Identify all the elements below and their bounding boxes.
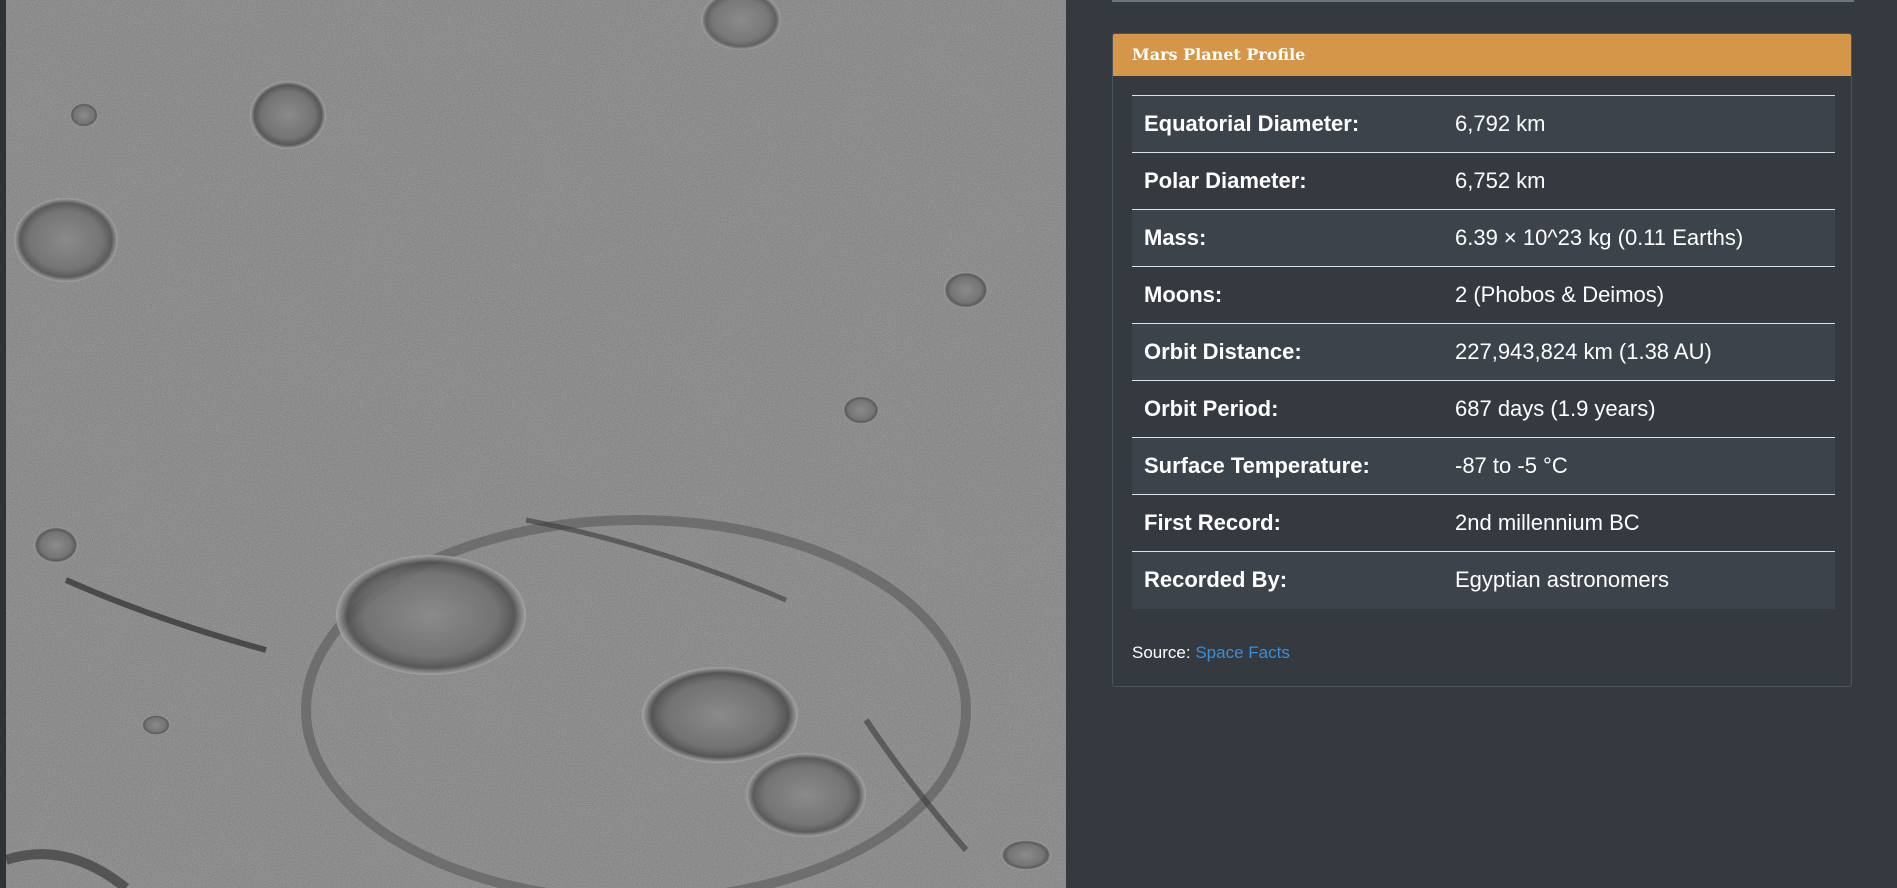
row-label: Moons: bbox=[1132, 266, 1443, 324]
row-label: Surface Temperature: bbox=[1132, 437, 1443, 495]
row-value: 2nd millennium BC bbox=[1443, 494, 1835, 552]
source-line: Source: Space Facts bbox=[1132, 643, 1832, 663]
table-row: Equatorial Diameter: 6,792 km bbox=[1132, 95, 1835, 153]
table-row: Mass: 6.39 × 10^23 kg (0.11 Earths) bbox=[1132, 209, 1835, 267]
planet-profile-card: Mars Planet Profile Equatorial Diameter:… bbox=[1112, 33, 1852, 687]
table-row: Orbit Period: 687 days (1.9 years) bbox=[1132, 380, 1835, 438]
card-body: Equatorial Diameter: 6,792 km Polar Diam… bbox=[1113, 76, 1851, 663]
row-label: Polar Diameter: bbox=[1132, 152, 1443, 210]
row-value: 6,752 km bbox=[1443, 152, 1835, 210]
row-value: 6,792 km bbox=[1443, 95, 1835, 153]
row-value: 6.39 × 10^23 kg (0.11 Earths) bbox=[1443, 209, 1835, 267]
planet-surface-image bbox=[6, 0, 1066, 888]
row-label: Recorded By: bbox=[1132, 551, 1443, 609]
table-row: Moons: 2 (Phobos & Deimos) bbox=[1132, 266, 1835, 324]
table-row: Polar Diameter: 6,752 km bbox=[1132, 152, 1835, 210]
profile-table: Equatorial Diameter: 6,792 km Polar Diam… bbox=[1132, 95, 1835, 609]
source-link[interactable]: Space Facts bbox=[1195, 643, 1290, 662]
row-label: Orbit Distance: bbox=[1132, 323, 1443, 381]
row-label: Mass: bbox=[1132, 209, 1443, 267]
top-card-edge bbox=[1112, 0, 1854, 2]
row-value: 2 (Phobos & Deimos) bbox=[1443, 266, 1835, 324]
table-row: Surface Temperature: -87 to -5 °C bbox=[1132, 437, 1835, 495]
source-prefix: Source: bbox=[1132, 642, 1191, 662]
row-label: First Record: bbox=[1132, 494, 1443, 552]
row-value: Egyptian astronomers bbox=[1443, 551, 1835, 609]
row-label: Equatorial Diameter: bbox=[1132, 95, 1443, 153]
card-title: Mars Planet Profile bbox=[1113, 34, 1851, 76]
table-row: Recorded By: Egyptian astronomers bbox=[1132, 551, 1835, 609]
row-value: 687 days (1.9 years) bbox=[1443, 380, 1835, 438]
row-label: Orbit Period: bbox=[1132, 380, 1443, 438]
row-value: 227,943,824 km (1.38 AU) bbox=[1443, 323, 1835, 381]
table-row: Orbit Distance: 227,943,824 km (1.38 AU) bbox=[1132, 323, 1835, 381]
table-row: First Record: 2nd millennium BC bbox=[1132, 494, 1835, 552]
row-value: -87 to -5 °C bbox=[1443, 437, 1835, 495]
